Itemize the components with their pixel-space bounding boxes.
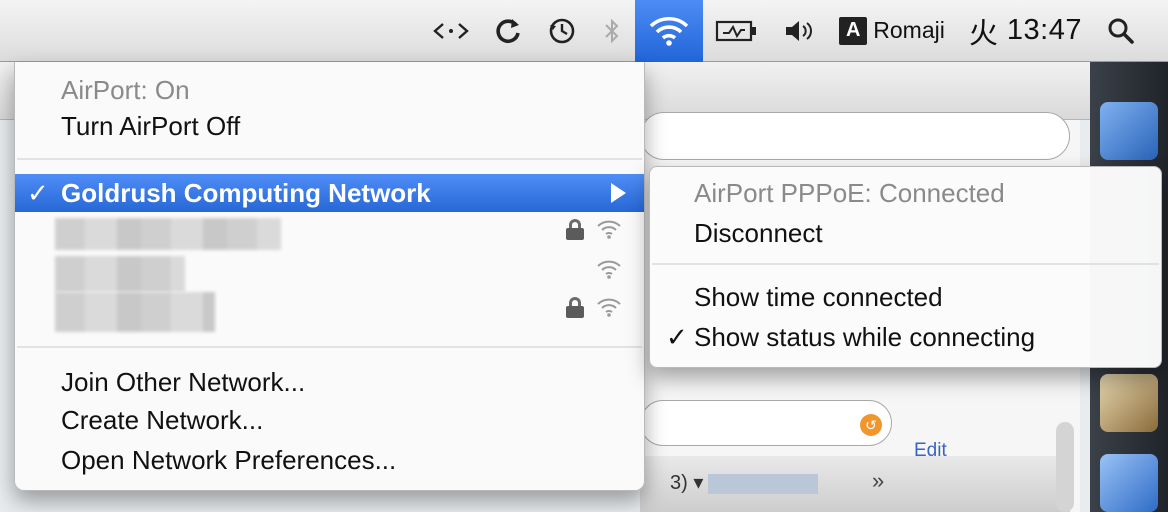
finder-icon[interactable] bbox=[1100, 102, 1158, 160]
background-dropdown-fragment[interactable]: 3) ▾ bbox=[670, 470, 703, 495]
menu-separator bbox=[17, 346, 642, 348]
network-item[interactable] bbox=[15, 216, 644, 254]
time-machine-icon[interactable] bbox=[535, 0, 589, 62]
background-bottom-bar: 3) ▾ » bbox=[640, 456, 1070, 512]
network-name-redacted bbox=[55, 218, 281, 250]
open-network-preferences-item[interactable]: Open Network Preferences... bbox=[15, 442, 644, 478]
lock-icon bbox=[566, 219, 584, 240]
wifi-icon bbox=[650, 16, 689, 46]
clock-menu[interactable]: 火 13:47 bbox=[957, 0, 1094, 62]
background-scrollbar[interactable] bbox=[1056, 422, 1074, 512]
input-method-label: Romaji bbox=[873, 17, 945, 43]
join-other-network-item[interactable]: Join Other Network... bbox=[15, 364, 644, 400]
disconnect-item[interactable]: Disconnect bbox=[650, 215, 1161, 251]
background-overflow-chevron[interactable]: » bbox=[872, 468, 884, 494]
lock-icon bbox=[566, 297, 584, 318]
battery-icon[interactable] bbox=[703, 0, 771, 62]
wifi-menu-button[interactable] bbox=[635, 0, 704, 62]
create-network-item[interactable]: Create Network... bbox=[15, 402, 644, 438]
airport-status: AirPort: On bbox=[61, 74, 190, 105]
background-text-field[interactable] bbox=[640, 400, 892, 446]
clock-time: 13:47 bbox=[1006, 14, 1082, 46]
network-item[interactable] bbox=[15, 256, 644, 294]
xcode-icon[interactable] bbox=[1100, 454, 1158, 512]
show-time-connected-item[interactable]: Show time connected bbox=[650, 279, 1161, 315]
menu-separator bbox=[652, 263, 1159, 265]
network-submenu: AirPort PPPoE: Connected Disconnect Show… bbox=[649, 166, 1162, 368]
network-item[interactable] bbox=[15, 292, 644, 332]
clock-day: 火 bbox=[968, 17, 999, 50]
input-method-icon: A bbox=[839, 16, 868, 45]
script-menu-icon[interactable] bbox=[421, 0, 481, 62]
background-search-field[interactable] bbox=[640, 112, 1070, 160]
pppoe-status: AirPort PPPoE: Connected bbox=[694, 177, 1005, 208]
wifi-signal-icon bbox=[597, 260, 621, 279]
search-icon bbox=[1108, 18, 1134, 44]
menu-bar: A Romaji 火 13:47 bbox=[0, 0, 1168, 62]
submenu-arrow-icon bbox=[611, 183, 626, 203]
background-blurred-label bbox=[708, 474, 818, 494]
wifi-signal-icon bbox=[597, 220, 621, 239]
checkmark-icon: ✓ bbox=[666, 321, 688, 352]
input-method-menu[interactable]: A Romaji bbox=[827, 0, 957, 62]
network-name: Goldrush Computing Network bbox=[61, 177, 431, 208]
sync-icon[interactable] bbox=[481, 0, 535, 62]
airport-menu: AirPort: On Turn AirPort Off ✓ Goldrush … bbox=[14, 62, 645, 491]
network-name-redacted bbox=[55, 292, 215, 332]
turn-airport-off-item[interactable]: Turn AirPort Off bbox=[15, 108, 644, 144]
network-item-connected[interactable]: ✓ Goldrush Computing Network bbox=[15, 174, 644, 212]
volume-icon[interactable] bbox=[771, 0, 827, 62]
menu-separator bbox=[17, 158, 642, 160]
checkmark-icon: ✓ bbox=[27, 177, 49, 208]
spotlight-button[interactable] bbox=[1094, 0, 1148, 62]
show-status-label: Show status while connecting bbox=[694, 321, 1036, 352]
preview-icon[interactable] bbox=[1100, 374, 1158, 432]
wifi-signal-icon bbox=[597, 298, 621, 317]
bluetooth-icon[interactable] bbox=[589, 0, 635, 62]
background-orange-badge-icon: ↺ bbox=[860, 414, 882, 436]
network-name-redacted bbox=[55, 256, 185, 292]
show-status-while-connecting-item[interactable]: ✓ Show status while connecting bbox=[650, 319, 1161, 355]
